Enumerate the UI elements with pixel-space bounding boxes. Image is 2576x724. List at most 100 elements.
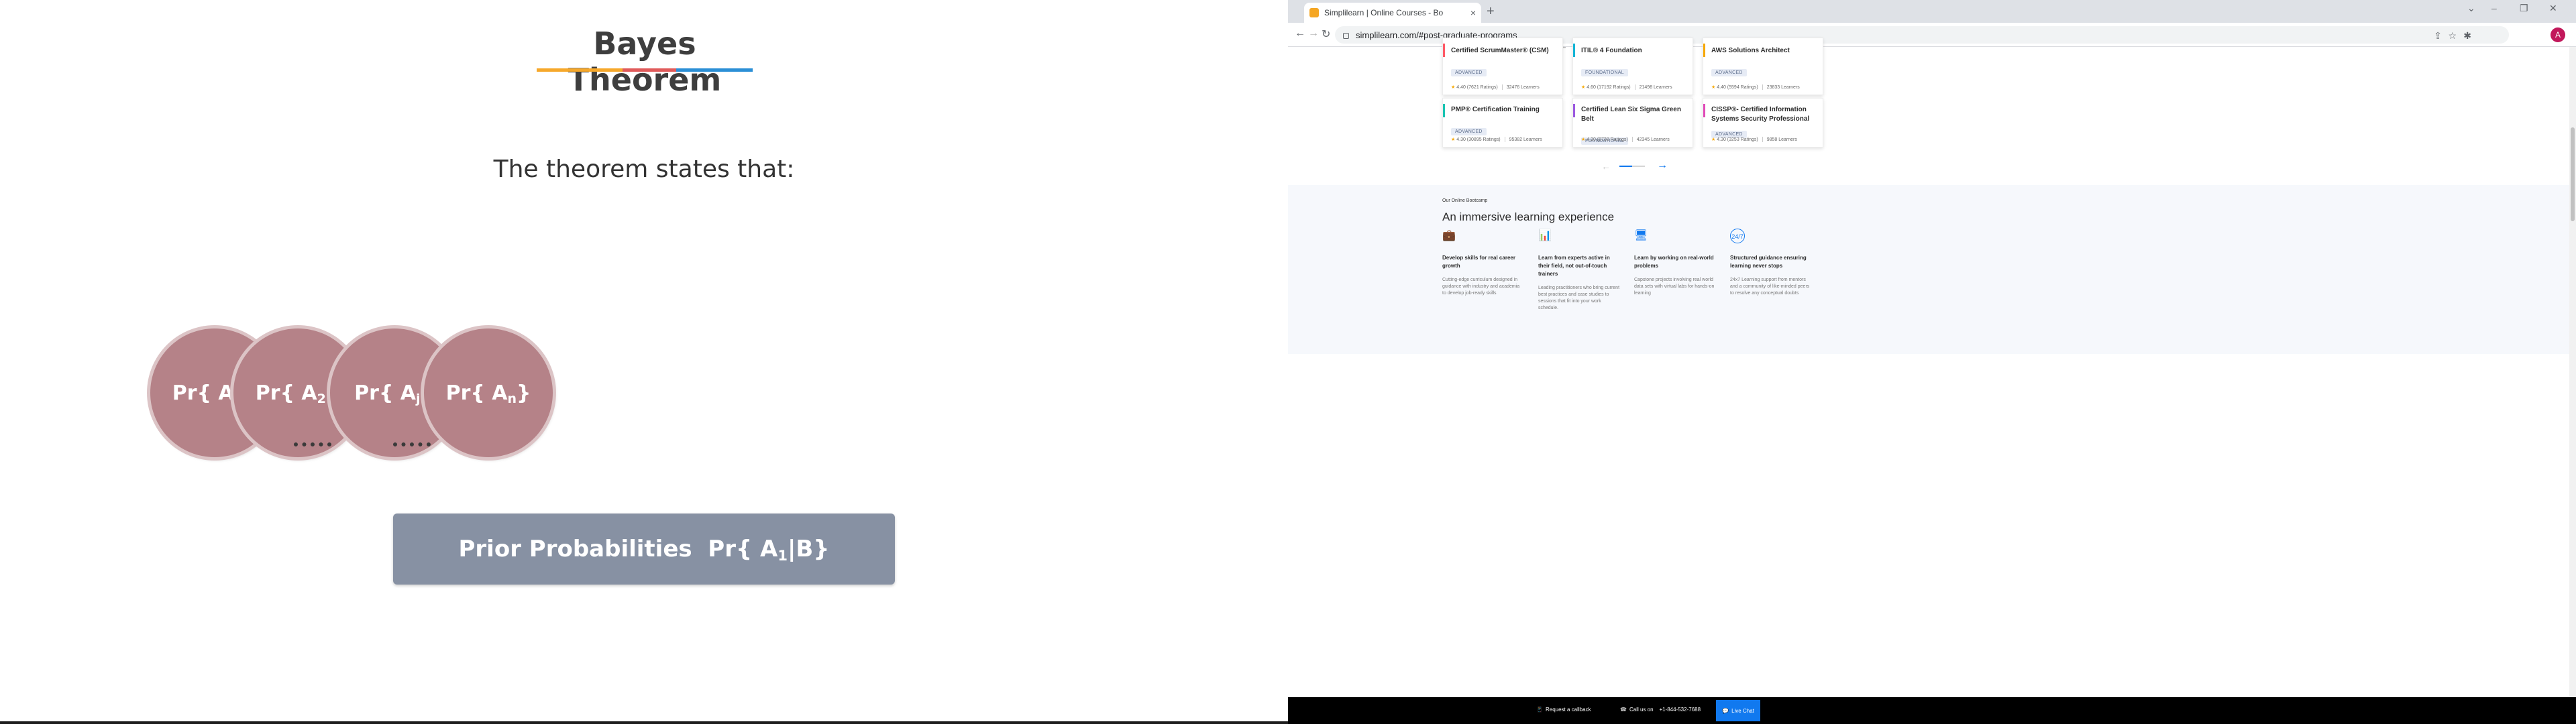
star-icon: ★ bbox=[1451, 137, 1456, 142]
favicon-icon bbox=[1309, 8, 1319, 17]
course-card[interactable]: PMP® Certification Training ADVANCED ★ 4… bbox=[1442, 98, 1563, 147]
slide-bottom-border bbox=[0, 721, 1288, 724]
circle-suffix: } bbox=[516, 381, 531, 405]
course-meta: ★ 4.40 (5594 Ratings) 23833 Learners bbox=[1711, 84, 1800, 90]
course-title: AWS Solutions Architect bbox=[1711, 47, 1790, 54]
course-meta: ★ 4.40 (7621 Ratings) 32476 Learners bbox=[1451, 84, 1540, 90]
reload-button[interactable]: ↻ bbox=[1322, 27, 1330, 41]
circle-subscript: j bbox=[415, 391, 421, 406]
request-callback-link[interactable]: 📱 Request a callback bbox=[1536, 707, 1591, 713]
rating-text: 4.30 (8738 Ratings) bbox=[1587, 137, 1628, 142]
course-card[interactable]: AWS Solutions Architect ADVANCED ★ 4.40 … bbox=[1703, 38, 1823, 95]
course-card[interactable]: Certified Lean Six Sigma Green Belt FOUN… bbox=[1572, 98, 1693, 147]
level-badge: ADVANCED bbox=[1711, 69, 1747, 76]
level-badge: ADVANCED bbox=[1451, 128, 1487, 135]
prior-suffix: |B} bbox=[787, 536, 830, 562]
learners-text: 32476 Learners bbox=[1506, 84, 1540, 90]
prior-subscript: 1 bbox=[777, 548, 788, 564]
tab-search-icon[interactable]: ⌄ bbox=[2467, 3, 2475, 14]
bookmark-star-icon[interactable]: ☆ bbox=[2448, 30, 2457, 42]
bottom-contact-bar: 📱 Request a callback ☎ Call us on +1-844-5… bbox=[1288, 697, 2576, 724]
chat-icon: 💬 bbox=[1722, 707, 1729, 714]
section-heading: An immersive learning experience bbox=[1442, 210, 1615, 223]
slide-title: Bayes Theorem bbox=[568, 25, 722, 98]
lab-icon: 🖥 bbox=[1634, 230, 1648, 241]
learners-text: 42345 Learners bbox=[1636, 137, 1670, 142]
close-tab-icon[interactable]: × bbox=[1470, 7, 1476, 18]
course-meta: ★ 4.30 (3253 Ratings) 9858 Learners bbox=[1711, 137, 1797, 142]
carousel-progress bbox=[1619, 166, 1645, 167]
level-badge: ADVANCED bbox=[1451, 69, 1487, 76]
phone-icon: 📱 bbox=[1536, 707, 1543, 713]
phone-number: +1-844-532-7688 bbox=[1659, 707, 1701, 713]
feature-title: Structured guidance ensuring learning ne… bbox=[1730, 255, 1807, 269]
page-scrollbar[interactable] bbox=[2569, 47, 2576, 724]
learners-text: 21498 Learners bbox=[1639, 84, 1672, 90]
feature-item: 💼 Develop skills for real career growth … bbox=[1442, 229, 1524, 297]
rating-text: 4.40 (5594 Ratings) bbox=[1717, 84, 1758, 90]
new-tab-button[interactable]: + bbox=[1487, 4, 1495, 19]
course-card[interactable]: Certified ScrumMaster® (CSM) ADVANCED ★ … bbox=[1442, 38, 1563, 95]
page-content: ── ── ──── ─ ─── ── ── Certified ScrumMa… bbox=[1288, 38, 2576, 724]
call-icon: ☎ bbox=[1620, 707, 1627, 713]
course-meta: ★ 4.30 (30895 Ratings) 95382 Learners bbox=[1451, 137, 1542, 142]
star-icon: ★ bbox=[1451, 84, 1456, 90]
feature-description: Capstone projects involving real world d… bbox=[1634, 278, 1715, 296]
profile-avatar[interactable]: A bbox=[2551, 27, 2565, 42]
course-card[interactable]: CISSP®- Certified Information Systems Se… bbox=[1703, 98, 1823, 147]
close-window-button[interactable]: ✕ bbox=[2549, 3, 2557, 14]
minimize-button[interactable]: – bbox=[2491, 3, 2497, 13]
browser-window: Simplilearn | Online Courses - Bo × + ⌄ … bbox=[1288, 0, 2576, 724]
learners-text: 9858 Learners bbox=[1766, 137, 1797, 142]
circle-label: Pr{ A bbox=[255, 381, 317, 405]
learners-text: 95382 Learners bbox=[1509, 137, 1542, 142]
card-accent bbox=[1443, 44, 1445, 57]
extension-icon[interactable]: ✱ bbox=[2463, 30, 2471, 42]
star-icon: ★ bbox=[1581, 84, 1586, 90]
course-title: Certified ScrumMaster® (CSM) bbox=[1451, 47, 1549, 54]
star-icon: ★ bbox=[1581, 137, 1586, 142]
call-label: Call us on bbox=[1629, 707, 1654, 713]
call-us-link[interactable]: ☎ Call us on +1-844-532-7688 bbox=[1620, 707, 1701, 713]
carousel-next-arrow-icon[interactable]: → bbox=[1657, 160, 1668, 172]
scrollbar-thumb[interactable] bbox=[2571, 127, 2575, 221]
slide-panel: Bayes Theorem The theorem states that: P… bbox=[0, 0, 1288, 724]
prior-probabilities-box: Prior Probabilities Pr{ A 1 |B} bbox=[393, 514, 895, 585]
feature-description: Leading practitioners who bring current … bbox=[1538, 286, 1620, 310]
rating-text: 4.40 (7621 Ratings) bbox=[1456, 84, 1498, 90]
share-icon[interactable]: ⇪ bbox=[2434, 30, 2442, 42]
feature-description: Cutting-edge curriculum designed in guid… bbox=[1442, 278, 1520, 296]
rating-text: 4.30 (30895 Ratings) bbox=[1456, 137, 1501, 142]
ellipsis-dots bbox=[393, 442, 431, 446]
section-label: Our Online Bootcamp bbox=[1442, 198, 1488, 203]
course-meta: ★ 4.60 (17192 Ratings) 21498 Learners bbox=[1581, 84, 1672, 90]
back-button[interactable]: ← bbox=[1295, 27, 1305, 40]
card-accent bbox=[1573, 44, 1575, 57]
carousel-prev-arrow-icon[interactable]: ← bbox=[1601, 161, 1611, 172]
feature-title: Learn by working on real-world problems bbox=[1634, 255, 1714, 269]
circle-subscript: n bbox=[507, 391, 517, 406]
star-icon: ★ bbox=[1711, 137, 1716, 142]
briefcase-icon: 💼 bbox=[1442, 230, 1456, 241]
ellipsis-dots bbox=[294, 442, 331, 446]
feature-description: 24x7 Learning support from mentors and a… bbox=[1730, 278, 1810, 296]
title-underline bbox=[537, 68, 753, 72]
support-24x7-icon: 24/7 bbox=[1730, 229, 1745, 243]
forward-button[interactable]: → bbox=[1308, 27, 1319, 40]
circle-label: Pr{ A bbox=[445, 381, 508, 405]
course-title: Certified Lean Six Sigma Green Belt bbox=[1581, 106, 1681, 123]
lock-icon bbox=[1343, 32, 1349, 39]
live-chat-button[interactable]: 💬 Live Chat bbox=[1716, 700, 1760, 721]
course-card[interactable]: ITIL® 4 Foundation FOUNDATIONAL ★ 4.60 (… bbox=[1572, 38, 1693, 95]
card-accent bbox=[1573, 104, 1575, 117]
live-chat-label: Live Chat bbox=[1731, 707, 1754, 714]
maximize-button[interactable]: ❐ bbox=[2520, 3, 2528, 14]
bootcamp-section: Our Online Bootcamp An immersive learnin… bbox=[1288, 185, 2576, 354]
tab-simplilearn[interactable]: Simplilearn | Online Courses - Bo × bbox=[1304, 3, 1481, 23]
rating-text: 4.30 (3253 Ratings) bbox=[1717, 137, 1758, 142]
star-icon: ★ bbox=[1711, 84, 1716, 90]
slide-subtitle: The theorem states that: bbox=[493, 156, 795, 183]
rating-text: 4.60 (17192 Ratings) bbox=[1587, 84, 1631, 90]
probability-circle-an: Pr{ An} bbox=[424, 328, 553, 457]
feature-title: Learn from experts active in their field… bbox=[1538, 255, 1610, 277]
